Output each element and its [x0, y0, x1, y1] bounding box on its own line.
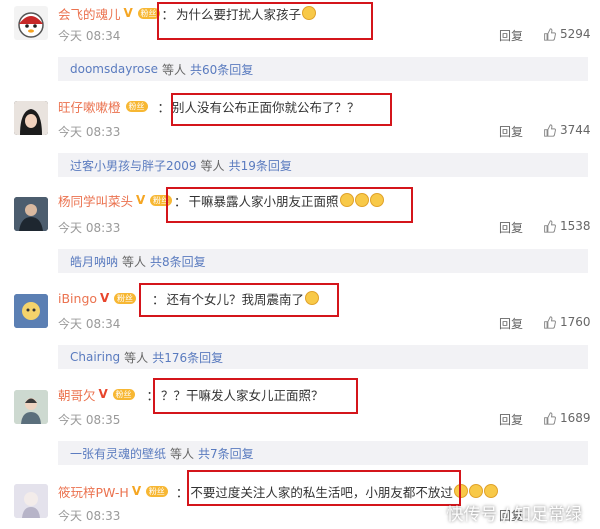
like-button[interactable]: 3744 [543, 123, 591, 137]
thumbs-up-icon [544, 411, 556, 425]
verified-icon: V [123, 6, 133, 20]
fan-medal-badge: 粉丝 [112, 388, 135, 400]
highlight-box [171, 93, 392, 126]
timestamp: 今天 08:34 [58, 317, 121, 331]
fan-medal-badge: 粉丝 [145, 485, 168, 497]
watermark-text: 快传号 / 知足常绿 [446, 505, 582, 525]
sub-reply-user[interactable]: 过客小男孩与胖子2009 [70, 157, 197, 174]
like-button[interactable]: 1689 [543, 411, 591, 425]
thumbs-up-icon [544, 219, 556, 233]
timestamp: 今天 08:34 [58, 29, 121, 43]
sub-reply-user[interactable]: doomsdayrose [70, 62, 158, 76]
sub-reply-user[interactable]: 皓月呐呐 [70, 253, 118, 270]
sub-replies-summary[interactable]: 皓月呐呐 等人 共8条回复 [58, 249, 588, 273]
timestamp: 今天 08:35 [58, 413, 121, 427]
like-button[interactable]: 5294 [543, 27, 591, 41]
sub-replies-summary[interactable]: 一张有灵魂的壁纸 等人 共7条回复 [58, 441, 588, 465]
fan-medal-badge: 粉丝 [114, 292, 137, 304]
avatar[interactable] [14, 484, 48, 518]
verified-icon: V [131, 484, 142, 498]
view-replies-link[interactable]: 共8条回复 [150, 253, 206, 270]
avatar[interactable] [14, 197, 48, 231]
verified-icon: V [100, 291, 110, 305]
timestamp: 今天 08:33 [58, 509, 121, 523]
avatar[interactable] [14, 101, 48, 135]
thumbs-up-icon [544, 315, 556, 329]
timestamp: 今天 08:33 [58, 125, 121, 139]
verified-icon: V [98, 387, 108, 401]
reply-button[interactable]: 回复 [499, 123, 523, 140]
username[interactable]: 会飞的魂儿 [58, 4, 121, 23]
username[interactable]: 筱玩梓PW-H [58, 482, 129, 501]
avatar[interactable] [14, 294, 48, 328]
highlight-box [139, 283, 339, 317]
reply-button[interactable]: 回复 [499, 315, 523, 332]
like-button[interactable]: 1760 [543, 315, 591, 329]
highlight-box [157, 2, 373, 40]
sub-reply-user[interactable]: 一张有灵魂的壁纸 [70, 445, 166, 462]
fan-medal-badge: 粉丝 [125, 100, 148, 112]
like-count: 5294 [560, 27, 591, 41]
username[interactable]: iBingo [58, 291, 97, 306]
like-count: 1538 [560, 219, 591, 233]
timestamp: 今天 08:33 [58, 221, 121, 235]
username[interactable]: 杨同学叫菜头 [58, 191, 133, 210]
sub-reply-user[interactable]: Chairing [70, 350, 120, 364]
highlight-box [187, 470, 461, 506]
like-count: 1689 [560, 411, 591, 425]
verified-icon: V [136, 193, 146, 207]
reply-button[interactable]: 回复 [499, 27, 523, 44]
highlight-box [166, 187, 413, 223]
like-count: 3744 [560, 123, 591, 137]
emoji-icon [483, 484, 498, 498]
reply-button[interactable]: 回复 [499, 219, 523, 236]
like-count: 1760 [560, 315, 591, 329]
username[interactable]: 朝哥欠 [58, 385, 96, 404]
like-button[interactable]: 1538 [543, 219, 591, 233]
highlight-box [153, 378, 358, 414]
view-replies-link[interactable]: 共19条回复 [229, 157, 292, 174]
sub-replies-summary[interactable]: 过客小男孩与胖子2009 等人 共19条回复 [58, 153, 588, 177]
view-replies-link[interactable]: 共7条回复 [198, 445, 254, 462]
thumbs-up-icon [544, 123, 556, 137]
thumbs-up-icon [544, 27, 556, 41]
sub-replies-summary[interactable]: doomsdayrose 等人 共60条回复 [58, 57, 588, 81]
reply-button[interactable]: 回复 [499, 411, 523, 428]
emoji-icon [468, 484, 483, 498]
view-replies-link[interactable]: 共176条回复 [152, 349, 223, 366]
avatar[interactable] [14, 6, 48, 40]
sub-replies-summary[interactable]: Chairing 等人 共176条回复 [58, 345, 588, 369]
avatar[interactable] [14, 390, 48, 424]
view-replies-link[interactable]: 共60条回复 [190, 61, 253, 78]
username[interactable]: 旺仔嗽嗽橙 [58, 97, 121, 116]
